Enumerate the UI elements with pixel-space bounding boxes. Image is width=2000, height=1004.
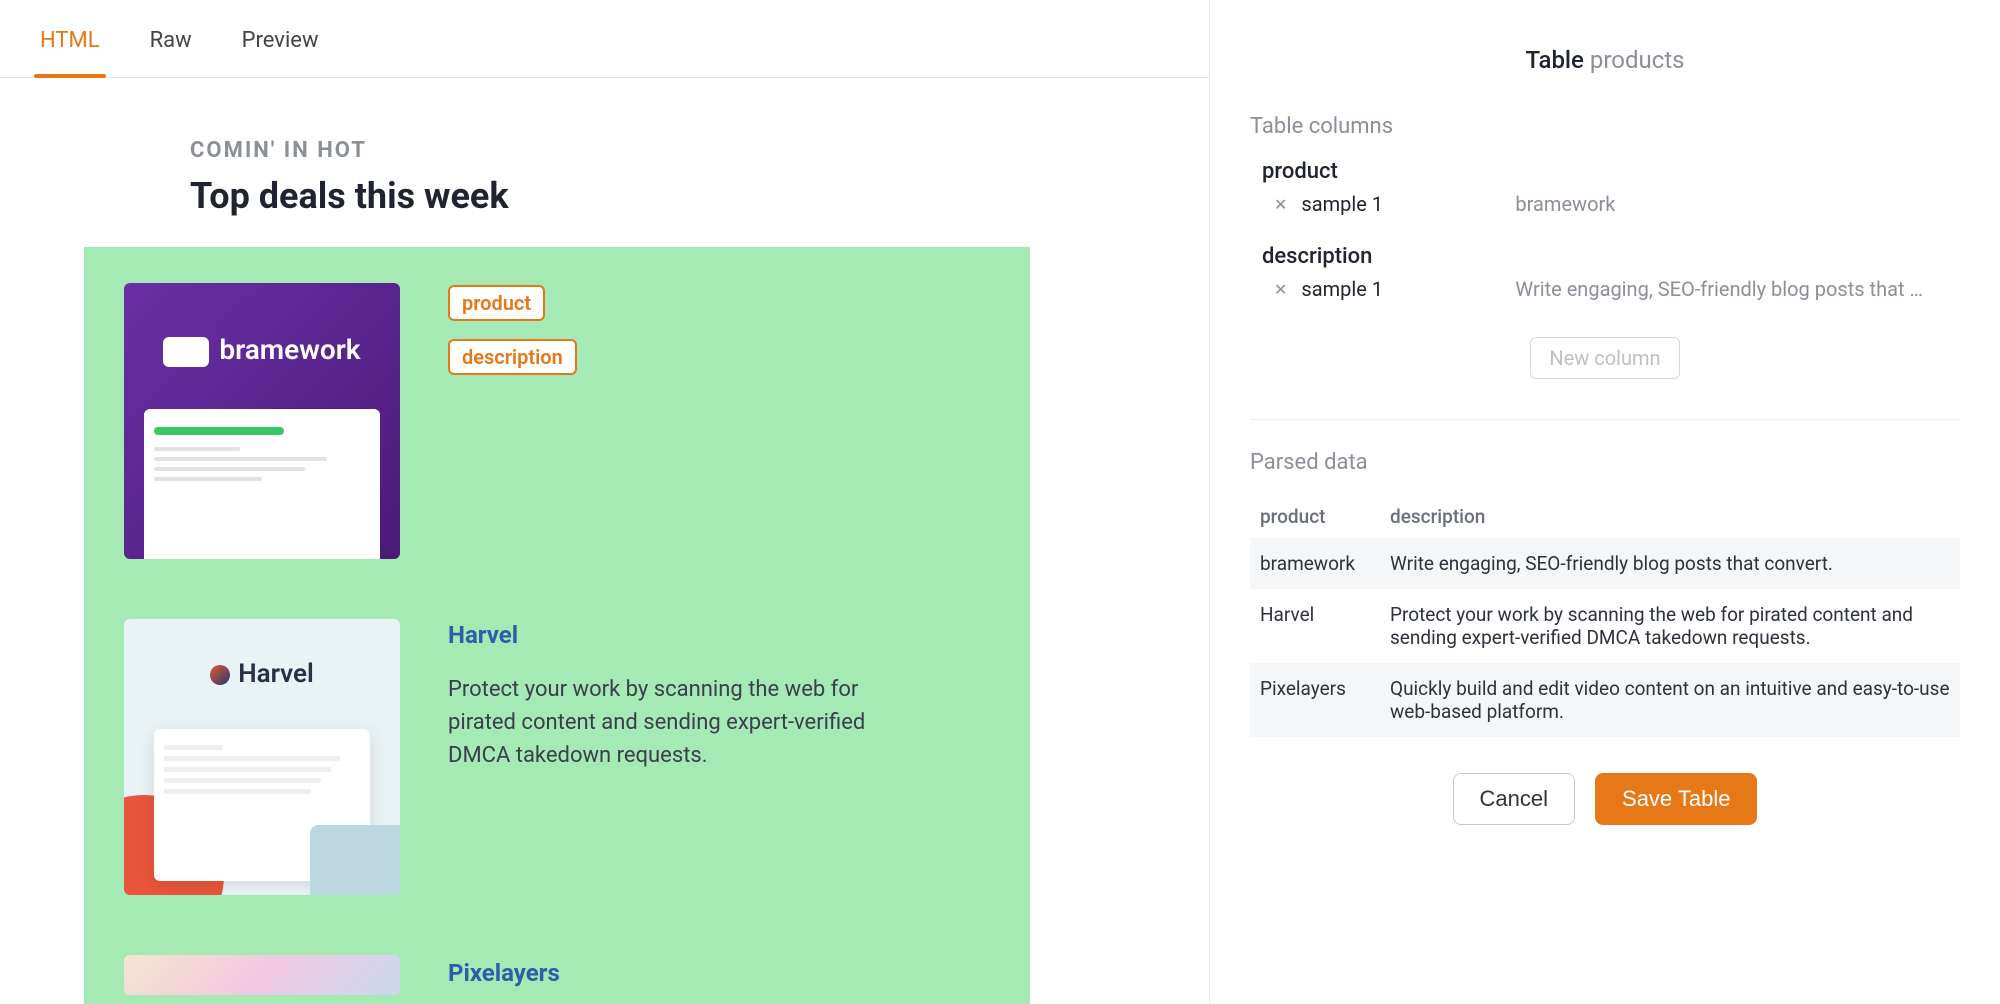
product-thumbnail-bramework: bramework: [124, 283, 400, 559]
column-block-product: product ✕ sample 1 bramework: [1250, 159, 1960, 216]
sample-value[interactable]: Write engaging, SEO-friendly blog posts …: [1515, 277, 1960, 301]
product-description: Protect your work by scanning the web fo…: [448, 673, 888, 772]
divider: [1250, 419, 1960, 420]
parsed-cell-product: Pixelayers: [1250, 663, 1380, 737]
deals-list: bramework product description: [84, 247, 1030, 1004]
card-row: Pixelayers: [124, 955, 990, 1004]
sample-label: sample 1: [1301, 277, 1501, 301]
column-name[interactable]: description: [1250, 244, 1960, 269]
table-config-panel: Tableproducts Table columns product ✕ sa…: [1210, 0, 2000, 1004]
remove-sample-icon[interactable]: ✕: [1274, 280, 1287, 299]
table-label-prefix: Table: [1525, 46, 1583, 74]
column-block-description: description ✕ sample 1 Write engaging, S…: [1250, 244, 1960, 301]
product-thumbnail-harvel: Harvel: [124, 619, 400, 895]
tab-raw[interactable]: Raw: [150, 18, 192, 77]
card-row: bramework product description: [124, 283, 990, 559]
tab-preview[interactable]: Preview: [242, 18, 319, 77]
parsed-cell-description: Quickly build and edit video content on …: [1380, 663, 1960, 737]
table-row: bramework Write engaging, SEO-friendly b…: [1250, 538, 1960, 589]
column-name[interactable]: product: [1250, 159, 1960, 184]
table-row: Pixelayers Quickly build and edit video …: [1250, 663, 1960, 737]
sample-row: ✕ sample 1 Write engaging, SEO-friendly …: [1250, 277, 1960, 301]
parsed-header: description: [1380, 495, 1960, 538]
table-row: Harvel Protect your work by scanning the…: [1250, 589, 1960, 663]
save-table-button[interactable]: Save Table: [1595, 773, 1757, 825]
parsed-cell-product: bramework: [1250, 538, 1380, 589]
sample-row: ✕ sample 1 bramework: [1250, 192, 1960, 216]
product-title[interactable]: Pixelayers: [448, 959, 990, 987]
parsed-section-label: Parsed data: [1250, 450, 1960, 475]
html-content[interactable]: COMIN' IN HOT Top deals this week bramew…: [0, 78, 1209, 1004]
kicker-text: COMIN' IN HOT: [190, 138, 1109, 163]
parsed-cell-product: Harvel: [1250, 589, 1380, 663]
view-tabs: HTML Raw Preview: [0, 0, 1209, 78]
cancel-button[interactable]: Cancel: [1453, 773, 1575, 825]
headline-text: Top deals this week: [190, 175, 1109, 217]
tab-html[interactable]: HTML: [40, 18, 100, 77]
product-thumbnail-pixelayers: [124, 955, 400, 995]
footer-buttons: Cancel Save Table: [1250, 773, 1960, 825]
parsed-cell-description: Write engaging, SEO-friendly blog posts …: [1380, 538, 1960, 589]
selector-tag-description[interactable]: description: [448, 339, 577, 375]
columns-section-label: Table columns: [1250, 114, 1960, 139]
parsed-cell-description: Protect your work by scanning the web fo…: [1380, 589, 1960, 663]
selector-tag-product[interactable]: product: [448, 285, 545, 321]
table-title: Tableproducts: [1250, 46, 1960, 74]
parsed-data-table: product description bramework Write enga…: [1250, 495, 1960, 737]
new-column-button[interactable]: New column: [1530, 337, 1679, 379]
product-title[interactable]: Harvel: [448, 621, 990, 649]
sample-label: sample 1: [1301, 192, 1501, 216]
remove-sample-icon[interactable]: ✕: [1274, 195, 1287, 214]
sample-value[interactable]: bramework: [1515, 192, 1960, 216]
table-name[interactable]: products: [1590, 46, 1685, 74]
card-row: Harvel Harvel Protect your work by scann…: [124, 619, 990, 895]
parsed-header: product: [1250, 495, 1380, 538]
